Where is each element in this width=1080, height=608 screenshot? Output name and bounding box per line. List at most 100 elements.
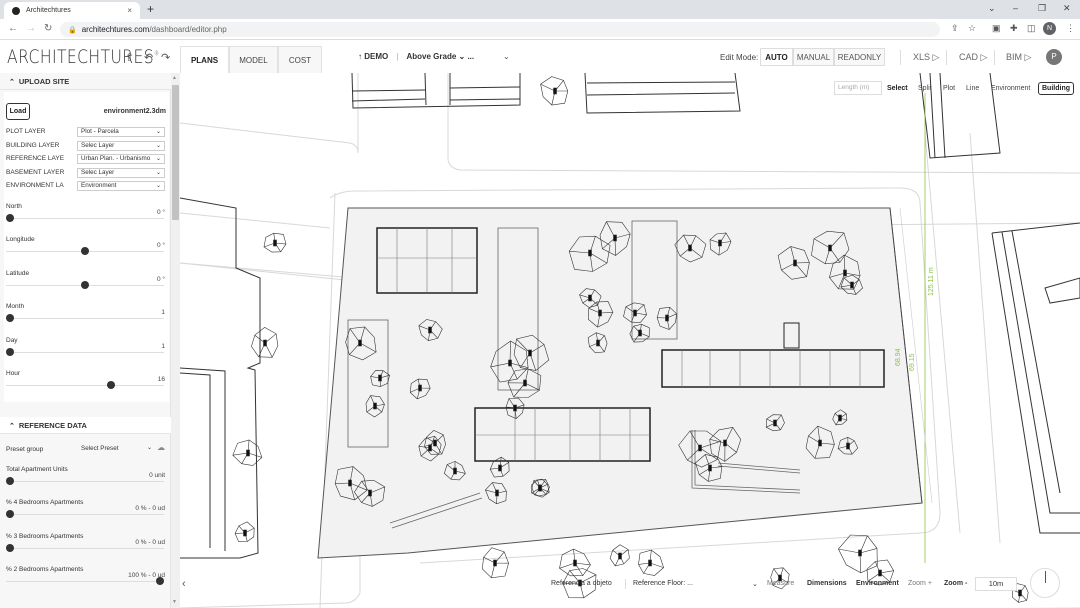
bookmark-star-icon[interactable]: ☆ (968, 23, 976, 34)
load-button[interactable]: Load (6, 103, 30, 120)
share-icon[interactable]: ⇪ (951, 23, 959, 34)
close-window-button[interactable]: ✕ (1063, 3, 1071, 14)
tab-close-icon[interactable]: × (127, 6, 132, 15)
zoom-in-button[interactable]: Zoom + (908, 580, 932, 587)
project-floor-selector[interactable]: ↑ DEMO | Above Grade ⌄ ... (358, 52, 474, 61)
tree-trunk (433, 439, 437, 447)
slider-track[interactable] (6, 477, 164, 485)
scale-input[interactable]: 10m (975, 577, 1017, 591)
slider-track[interactable] (6, 381, 164, 389)
menu-kebab-icon[interactable]: ⋮ (1066, 23, 1075, 34)
scrollbar-thumb[interactable] (172, 85, 179, 220)
mode-auto-button[interactable]: AUTO (760, 48, 793, 66)
minimize-button[interactable]: – (1013, 3, 1018, 13)
slider-thumb[interactable] (6, 477, 14, 485)
slider-track[interactable] (6, 280, 164, 289)
compass[interactable] (1030, 568, 1060, 598)
length-input[interactable]: Length (m) (834, 81, 882, 95)
slider-label: % 4 Bedrooms Apartments (6, 499, 84, 507)
up-arrow-icon[interactable]: ↑ (358, 52, 362, 61)
browser-tab[interactable]: Architechtures × (4, 2, 140, 19)
reference-object-toggle[interactable]: Referencia a objeto (551, 580, 612, 587)
tree-trunk (598, 309, 602, 317)
slider-track[interactable] (6, 247, 164, 256)
tab-search-icon[interactable]: ⌄ (988, 3, 996, 14)
floor-selector[interactable]: Above Grade (406, 52, 456, 61)
environment-button[interactable]: Environment (856, 580, 899, 587)
tab-cost[interactable]: COST (278, 46, 322, 73)
layer-select[interactable]: Urban Plan. - Urbanismo ⌄ (77, 154, 165, 164)
layer-select[interactable]: Environment ⌄ (77, 181, 165, 191)
layer-select[interactable]: Plot - Parcela ⌄ (77, 127, 165, 137)
dimensions-button[interactable]: Dimensions (807, 580, 847, 587)
mode-readonly-button[interactable]: READONLY (834, 48, 885, 66)
tool-building[interactable]: Building (1038, 82, 1074, 95)
layer-select[interactable]: Selec Layer ⌄ (77, 168, 165, 178)
side-panel-icon[interactable]: ◫ (1027, 23, 1036, 34)
compass-needle-icon (1045, 571, 1046, 583)
slider-track[interactable] (6, 314, 164, 323)
mode-manual-button[interactable]: MANUAL (793, 48, 834, 66)
measure-button[interactable]: Measure (767, 580, 794, 587)
reload-icon[interactable]: ↻ (44, 23, 52, 34)
site-plan-drawing[interactable] (180, 73, 1080, 608)
tree-trunk (498, 464, 502, 472)
cloud-upload-icon[interactable]: ☁ (157, 443, 165, 452)
slider-track[interactable] (6, 214, 164, 222)
slider-thumb[interactable] (6, 214, 14, 222)
slider-thumb[interactable] (6, 347, 14, 356)
reference-data-header[interactable]: ⌃ REFERENCE DATA (0, 417, 171, 434)
tree-trunk (453, 467, 457, 475)
tab-plans[interactable]: PLANS (180, 46, 229, 73)
redo-icon[interactable]: ↷ (161, 51, 170, 64)
puzzle-icon[interactable]: ✚ (1010, 23, 1018, 34)
export-xls-button[interactable]: XLS ▷ (913, 52, 939, 63)
tree-trunk (553, 87, 557, 95)
profile-avatar[interactable]: N (1043, 22, 1056, 35)
chevron-up-icon: ⌃ (9, 423, 15, 430)
slider-thumb[interactable] (106, 381, 115, 389)
preset-group-select[interactable]: Select Preset ⌄ (79, 443, 153, 454)
sidebar-scrollbar[interactable]: ▲ ▼ (171, 73, 180, 608)
export-bim-button[interactable]: BIM ▷ (1006, 52, 1031, 63)
restore-button[interactable]: ❐ (1038, 3, 1046, 14)
slider-value: 0 % - 0 ud (135, 505, 165, 513)
tree-trunk (358, 339, 362, 347)
slider-track[interactable] (6, 347, 164, 356)
scroll-down-icon[interactable]: ▼ (172, 599, 177, 605)
tool-plot[interactable]: Plot (943, 85, 955, 92)
chevron-down-icon[interactable]: ⌄ (503, 52, 510, 61)
scroll-up-icon[interactable]: ▲ (172, 75, 177, 81)
tool-environment[interactable]: Environment (991, 85, 1030, 92)
tool-split[interactable]: Split (918, 85, 932, 92)
upload-cloud-icon[interactable]: ⇧ (125, 51, 134, 64)
slider-thumb[interactable] (81, 280, 89, 289)
forward-icon[interactable]: → (26, 23, 36, 34)
tree-trunk (858, 549, 862, 557)
user-avatar[interactable]: P (1046, 49, 1062, 65)
tool-line[interactable]: Line (966, 85, 979, 92)
export-cad-button[interactable]: CAD ▷ (959, 52, 987, 63)
new-tab-button[interactable]: + (147, 2, 154, 16)
tool-select[interactable]: Select (887, 85, 908, 92)
zoom-out-button[interactable]: Zoom - (944, 580, 967, 587)
slider-track[interactable] (6, 543, 164, 552)
slider-thumb[interactable] (6, 543, 14, 552)
floor-more[interactable]: ... (467, 52, 474, 61)
layer-select[interactable]: Selec Layer ⌄ (77, 141, 165, 151)
extension-icon[interactable]: ▣ (992, 23, 1001, 34)
slider-track[interactable] (6, 510, 164, 519)
plan-canvas[interactable] (180, 73, 1080, 608)
slider-track[interactable] (6, 577, 164, 586)
slider-value: 0 unit (149, 472, 165, 479)
reference-floor-select[interactable]: Reference Floor: ... (633, 580, 693, 587)
tree-trunk (513, 404, 517, 412)
url-field[interactable]: 🔒 architechtures.com/dashboard/editor.php (60, 22, 940, 37)
tab-model[interactable]: MODEL (229, 46, 278, 73)
chevron-down-icon[interactable]: ⌄ (752, 580, 758, 588)
back-icon[interactable]: ← (8, 23, 18, 34)
upload-site-header[interactable]: ⌃ UPLOAD SITE (0, 73, 171, 90)
tree-trunk (878, 569, 882, 577)
undo-icon[interactable]: ↶ (144, 51, 153, 64)
collapse-sidebar-icon[interactable]: ‹ (182, 578, 186, 590)
